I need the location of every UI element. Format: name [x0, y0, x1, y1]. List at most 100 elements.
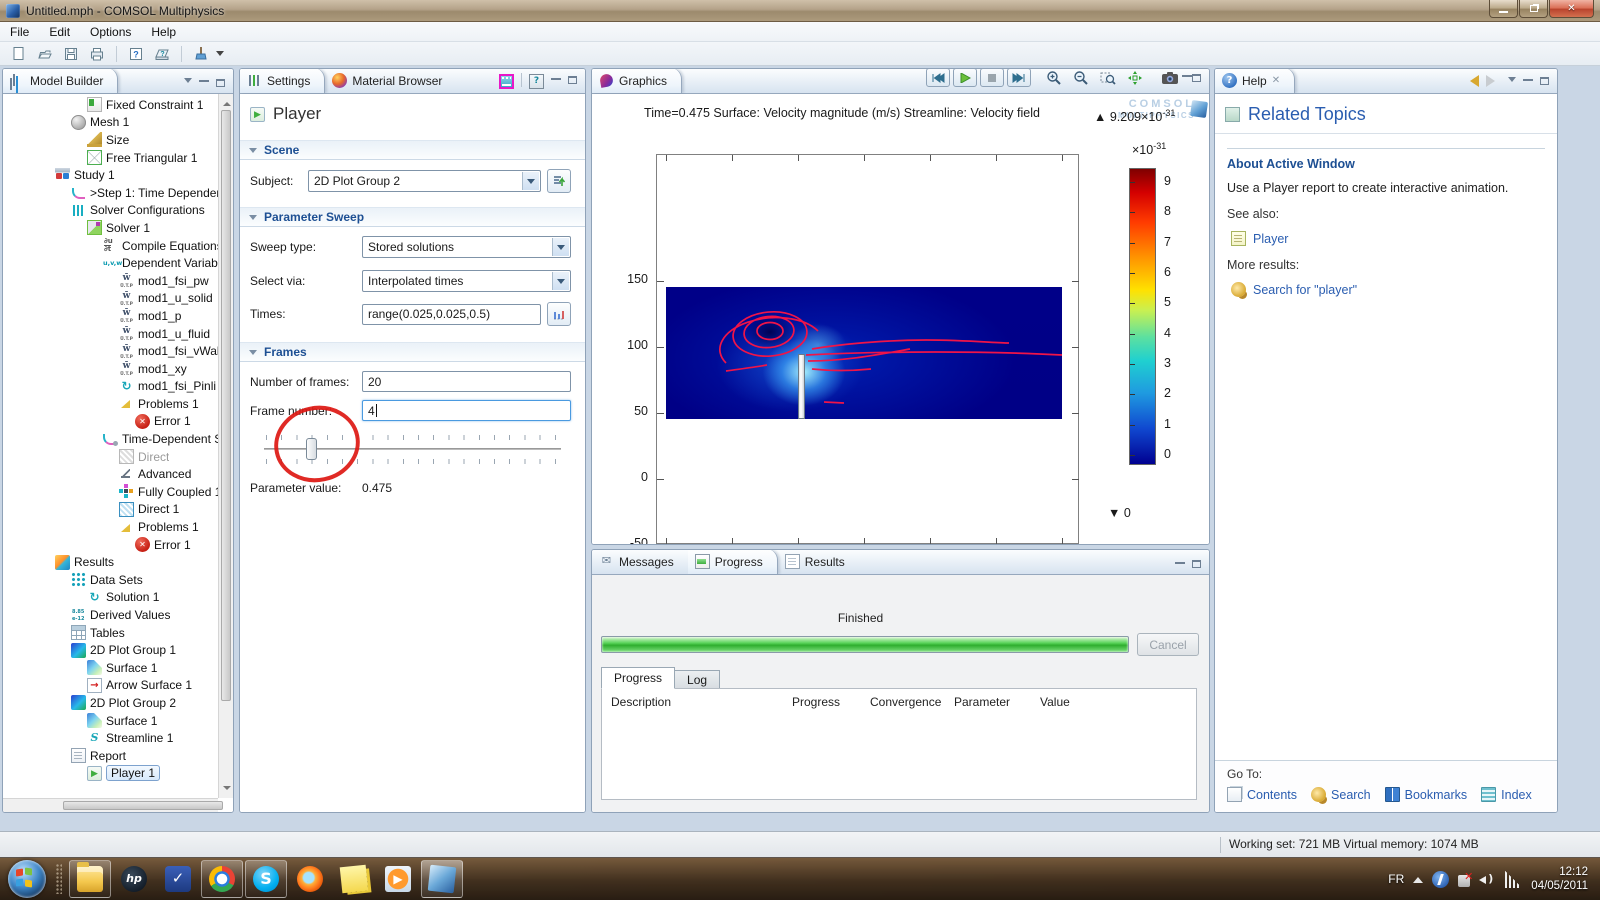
- menu-file[interactable]: File: [0, 23, 39, 41]
- menu-edit[interactable]: Edit: [39, 23, 80, 41]
- frames-section-header[interactable]: Frames: [240, 342, 585, 362]
- tree-item[interactable]: Compile Equations: [3, 237, 218, 255]
- tree-item[interactable]: mod1_xy: [3, 360, 218, 378]
- snapshot-icon[interactable]: [1158, 68, 1182, 87]
- show-hidden-icons[interactable]: [1413, 872, 1423, 883]
- skip-first-icon[interactable]: [926, 68, 950, 87]
- number-of-frames-input[interactable]: 20: [362, 371, 571, 392]
- goto-index-link[interactable]: Index: [1481, 787, 1532, 802]
- volume-tray-icon[interactable]: [1479, 871, 1496, 888]
- zoom-extents-icon[interactable]: [1123, 68, 1147, 87]
- tree-item[interactable]: Problems 1: [3, 395, 218, 413]
- tree-item[interactable]: mod1_u_fluid: [3, 325, 218, 343]
- frame-slider[interactable]: [264, 427, 561, 473]
- settings-tab[interactable]: Settings: [240, 68, 325, 93]
- tree-item[interactable]: Direct: [3, 448, 218, 466]
- tree-item[interactable]: Surface 1: [3, 712, 218, 730]
- tree-item[interactable]: Study 1: [3, 166, 218, 184]
- zoom-box-icon[interactable]: [1096, 68, 1120, 87]
- settings-minimize-icon[interactable]: [551, 77, 561, 80]
- open-file-icon[interactable]: [34, 44, 56, 64]
- documentation-icon[interactable]: ?: [151, 44, 173, 64]
- tree-item[interactable]: Free Triangular 1: [3, 149, 218, 167]
- settings-maximize-icon[interactable]: [568, 76, 577, 84]
- menu-help[interactable]: Help: [141, 23, 186, 41]
- taskbar-explorer-icon[interactable]: [69, 860, 111, 898]
- zoom-in-icon[interactable]: [1042, 68, 1066, 87]
- tree-item[interactable]: Solver Configurations: [3, 202, 218, 220]
- tree-item[interactable]: Problems 1: [3, 518, 218, 536]
- taskbar-check-icon[interactable]: ✓: [157, 860, 199, 898]
- scene-section-header[interactable]: Scene: [240, 140, 585, 160]
- restore-button[interactable]: [1519, 0, 1548, 18]
- tree-item[interactable]: Mesh 1: [3, 114, 218, 132]
- tree-item[interactable]: mod1_fsi_pw: [3, 272, 218, 290]
- panel-menu-caret-icon[interactable]: [184, 78, 192, 87]
- tree-item[interactable]: mod1_u_solid: [3, 290, 218, 308]
- help-menu-caret-icon[interactable]: [1508, 77, 1516, 86]
- tree-item[interactable]: Derived Values: [3, 606, 218, 624]
- forward-icon[interactable]: [1486, 75, 1501, 87]
- sweep-type-dropdown[interactable]: Stored solutions: [362, 236, 571, 258]
- tree-item[interactable]: Solver 1: [3, 219, 218, 237]
- parameter-sweep-section-header[interactable]: Parameter Sweep: [240, 207, 585, 227]
- back-icon[interactable]: [1464, 75, 1479, 87]
- skip-last-icon[interactable]: [1007, 68, 1031, 87]
- select-via-dropdown[interactable]: Interpolated times: [362, 270, 571, 292]
- tree-item[interactable]: Player 1: [3, 765, 218, 783]
- tree-item[interactable]: Surface 1: [3, 659, 218, 677]
- progress-maximize-icon[interactable]: [1192, 560, 1201, 568]
- tree-item[interactable]: Arrow Surface 1: [3, 677, 218, 695]
- tab-messages[interactable]: Messages: [592, 549, 688, 574]
- menu-options[interactable]: Options: [80, 23, 141, 41]
- graphics-tab[interactable]: Graphics: [592, 68, 682, 93]
- tree-item[interactable]: Size: [3, 131, 218, 149]
- material-browser-tab[interactable]: Material Browser: [325, 68, 456, 93]
- tree-item[interactable]: 2D Plot Group 1: [3, 641, 218, 659]
- tree-item[interactable]: 2D Plot Group 2: [3, 694, 218, 712]
- graphics-maximize-icon[interactable]: [1192, 74, 1201, 82]
- taskbar-hp-icon[interactable]: hp: [113, 860, 155, 898]
- new-file-icon[interactable]: [8, 44, 30, 64]
- start-button[interactable]: [8, 860, 46, 898]
- go-to-source-button[interactable]: [547, 169, 571, 193]
- tree-item[interactable]: Dependent Variabl: [3, 254, 218, 272]
- tree-vertical-scrollbar[interactable]: [218, 94, 233, 798]
- tree-item[interactable]: Error 1: [3, 536, 218, 554]
- range-button[interactable]: [547, 302, 571, 326]
- tree-item[interactable]: >Step 1: Time Dependent: [3, 184, 218, 202]
- title-bar[interactable]: Untitled.mph - COMSOL Multiphysics ✕: [0, 0, 1600, 22]
- model-builder-tab[interactable]: Model Builder: [3, 68, 118, 93]
- player-movie-icon[interactable]: [499, 74, 514, 89]
- subtab-log[interactable]: Log: [675, 670, 720, 689]
- minimize-button[interactable]: [1489, 0, 1518, 18]
- taskbar-comsol-icon[interactable]: [421, 860, 463, 898]
- language-indicator[interactable]: FR: [1388, 872, 1404, 886]
- stop-icon[interactable]: [980, 68, 1004, 87]
- help-book-icon[interactable]: [529, 74, 544, 89]
- search-player-link[interactable]: Search for "player": [1231, 282, 1545, 297]
- tree-item[interactable]: Solution 1: [3, 589, 218, 607]
- print-icon[interactable]: [86, 44, 108, 64]
- power-tray-icon[interactable]: [1432, 871, 1449, 888]
- frame-number-input[interactable]: 4: [362, 400, 571, 421]
- play-icon[interactable]: [953, 68, 977, 87]
- help-minimize-icon[interactable]: [1523, 78, 1533, 81]
- slider-thumb[interactable]: [306, 438, 317, 460]
- clear-broom-icon[interactable]: [190, 44, 212, 64]
- tree-item[interactable]: Data Sets: [3, 571, 218, 589]
- taskbar-media-icon[interactable]: [377, 860, 419, 898]
- plot-area[interactable]: Time=0.475 Surface: Velocity magnitude (…: [592, 94, 1209, 544]
- tree-item[interactable]: Tables: [3, 624, 218, 642]
- taskbar-skype-icon[interactable]: S: [245, 860, 287, 898]
- times-input[interactable]: range(0.025,0.025,0.5): [362, 304, 541, 325]
- tree-item[interactable]: Report: [3, 747, 218, 765]
- clear-dropdown-caret[interactable]: [216, 51, 224, 60]
- tab-results[interactable]: Results: [778, 549, 859, 574]
- tree-item[interactable]: mod1_fsi_vWal: [3, 342, 218, 360]
- tree-item[interactable]: Advanced: [3, 465, 218, 483]
- help-maximize-icon[interactable]: [1540, 77, 1549, 85]
- taskbar-chrome-icon[interactable]: [201, 860, 243, 898]
- tree-item[interactable]: mod1_p: [3, 307, 218, 325]
- help-icon[interactable]: ?: [125, 44, 147, 64]
